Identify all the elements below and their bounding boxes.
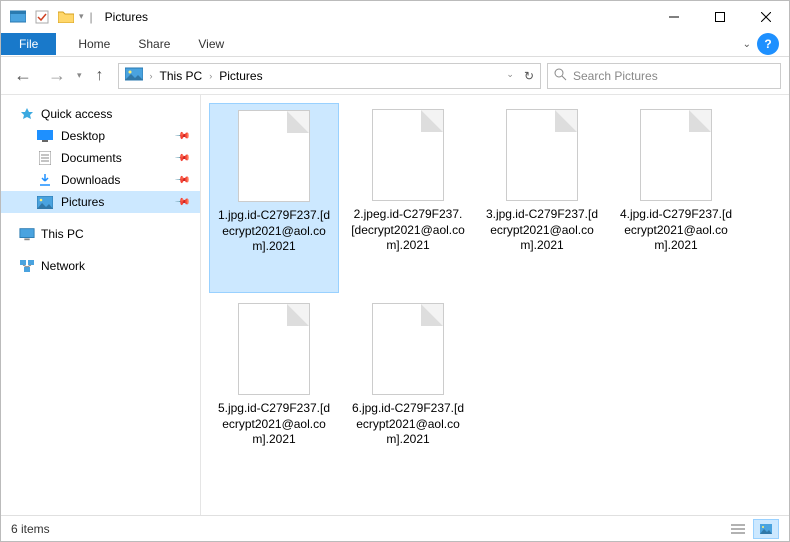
sidebar-item-downloads[interactable]: Downloads 📌 bbox=[1, 169, 200, 191]
ribbon: File Home Share View ⌄ ? bbox=[1, 32, 789, 57]
sidebar-network[interactable]: Network bbox=[1, 255, 200, 277]
file-item[interactable]: 3.jpg.id-C279F237.[decrypt2021@aol.com].… bbox=[477, 103, 607, 293]
star-icon bbox=[19, 106, 35, 122]
pictures-icon bbox=[37, 194, 53, 210]
search-icon bbox=[554, 68, 567, 84]
addressbar: ← → ▾ ↑ › This PC › Pictures ⌄ ↻ Search … bbox=[1, 57, 789, 94]
network-icon bbox=[19, 258, 35, 274]
qat-dropdown-icon[interactable]: ▾ bbox=[79, 11, 84, 22]
refresh-icon[interactable]: ↻ bbox=[524, 69, 534, 83]
explorer-window: ▾ | Pictures File Home Share View ⌄ ? ← … bbox=[0, 0, 790, 542]
ribbon-tab-share[interactable]: Share bbox=[124, 33, 184, 55]
titlebar: ▾ | Pictures bbox=[1, 1, 789, 32]
file-name-label: 3.jpg.id-C279F237.[decrypt2021@aol.com].… bbox=[483, 207, 601, 254]
breadcrumb-pictures[interactable]: Pictures bbox=[219, 69, 262, 83]
file-item[interactable]: 5.jpg.id-C279F237.[decrypt2021@aol.com].… bbox=[209, 297, 339, 487]
maximize-button[interactable] bbox=[697, 2, 743, 32]
sidebar-quick-access[interactable]: Quick access bbox=[1, 103, 200, 125]
file-name-label: 2.jpeg.id-C279F237.[decrypt2021@aol.com]… bbox=[349, 207, 467, 254]
file-icon bbox=[372, 109, 444, 201]
nav-forward-button[interactable]: → bbox=[43, 62, 71, 90]
file-name-label: 6.jpg.id-C279F237.[decrypt2021@aol.com].… bbox=[349, 401, 467, 448]
breadcrumb-pictures-icon bbox=[125, 67, 143, 84]
sidebar-quick-access-label: Quick access bbox=[41, 107, 112, 121]
window-title: Pictures bbox=[105, 10, 148, 24]
minimize-button[interactable] bbox=[651, 2, 697, 32]
file-item[interactable]: 6.jpg.id-C279F237.[decrypt2021@aol.com].… bbox=[343, 297, 473, 487]
sidebar-item-pictures[interactable]: Pictures 📌 bbox=[1, 191, 200, 213]
files-pane[interactable]: 1.jpg.id-C279F237.[decrypt2021@aol.com].… bbox=[201, 95, 789, 515]
chevron-right-icon[interactable]: › bbox=[150, 71, 153, 81]
downloads-icon bbox=[37, 172, 53, 188]
ribbon-expand-icon[interactable]: ⌄ bbox=[743, 39, 751, 50]
file-icon bbox=[238, 110, 310, 202]
help-button[interactable]: ? bbox=[757, 33, 779, 55]
address-dropdown-icon[interactable]: ⌄ bbox=[506, 69, 514, 83]
sidebar-this-pc[interactable]: This PC bbox=[1, 223, 200, 245]
statusbar: 6 items bbox=[1, 515, 789, 541]
chevron-right-icon[interactable]: › bbox=[209, 71, 212, 81]
file-item[interactable]: 1.jpg.id-C279F237.[decrypt2021@aol.com].… bbox=[209, 103, 339, 293]
file-icon bbox=[238, 303, 310, 395]
file-icon bbox=[372, 303, 444, 395]
view-large-icons-button[interactable] bbox=[753, 519, 779, 539]
view-details-button[interactable] bbox=[725, 519, 751, 539]
ribbon-tab-view[interactable]: View bbox=[184, 33, 238, 55]
file-item[interactable]: 4.jpg.id-C279F237.[decrypt2021@aol.com].… bbox=[611, 103, 741, 293]
app-icon bbox=[7, 6, 29, 28]
sidebar-item-documents[interactable]: Documents 📌 bbox=[1, 147, 200, 169]
qat-folder-icon[interactable] bbox=[55, 6, 77, 28]
pin-icon: 📌 bbox=[173, 172, 190, 189]
sidebar: Quick access Desktop📌Documents📌Downloads… bbox=[1, 95, 201, 515]
monitor-icon bbox=[19, 226, 35, 242]
file-item[interactable]: 2.jpeg.id-C279F237.[decrypt2021@aol.com]… bbox=[343, 103, 473, 293]
file-name-label: 5.jpg.id-C279F237.[decrypt2021@aol.com].… bbox=[215, 401, 333, 448]
status-item-count: 6 items bbox=[11, 522, 50, 536]
documents-icon bbox=[37, 150, 53, 166]
pin-icon: 📌 bbox=[173, 194, 190, 211]
file-icon bbox=[640, 109, 712, 201]
sidebar-item-label: Pictures bbox=[61, 195, 104, 209]
sidebar-item-label: Downloads bbox=[61, 173, 120, 187]
pin-icon: 📌 bbox=[173, 128, 190, 145]
file-name-label: 4.jpg.id-C279F237.[decrypt2021@aol.com].… bbox=[617, 207, 735, 254]
nav-back-button[interactable]: ← bbox=[9, 62, 37, 90]
file-name-label: 1.jpg.id-C279F237.[decrypt2021@aol.com].… bbox=[216, 208, 332, 255]
ribbon-file-tab[interactable]: File bbox=[1, 33, 56, 55]
search-input[interactable]: Search Pictures bbox=[547, 63, 781, 89]
nav-history-dropdown[interactable]: ▾ bbox=[77, 70, 82, 81]
titlebar-separator: | bbox=[90, 10, 93, 24]
close-button[interactable] bbox=[743, 2, 789, 32]
sidebar-item-label: Desktop bbox=[61, 129, 105, 143]
address-field[interactable]: › This PC › Pictures ⌄ ↻ bbox=[118, 63, 541, 89]
sidebar-item-desktop[interactable]: Desktop 📌 bbox=[1, 125, 200, 147]
sidebar-this-pc-label: This PC bbox=[41, 227, 84, 241]
qat-properties-icon[interactable] bbox=[31, 6, 53, 28]
breadcrumb-thispc[interactable]: This PC bbox=[160, 69, 203, 83]
nav-up-button[interactable]: ↑ bbox=[88, 64, 112, 88]
pin-icon: 📌 bbox=[173, 150, 190, 167]
file-icon bbox=[506, 109, 578, 201]
ribbon-tab-home[interactable]: Home bbox=[64, 33, 124, 55]
search-placeholder: Search Pictures bbox=[573, 69, 658, 83]
desktop-icon bbox=[37, 128, 53, 144]
sidebar-network-label: Network bbox=[41, 259, 85, 273]
body: Quick access Desktop📌Documents📌Downloads… bbox=[1, 94, 789, 515]
sidebar-item-label: Documents bbox=[61, 151, 122, 165]
